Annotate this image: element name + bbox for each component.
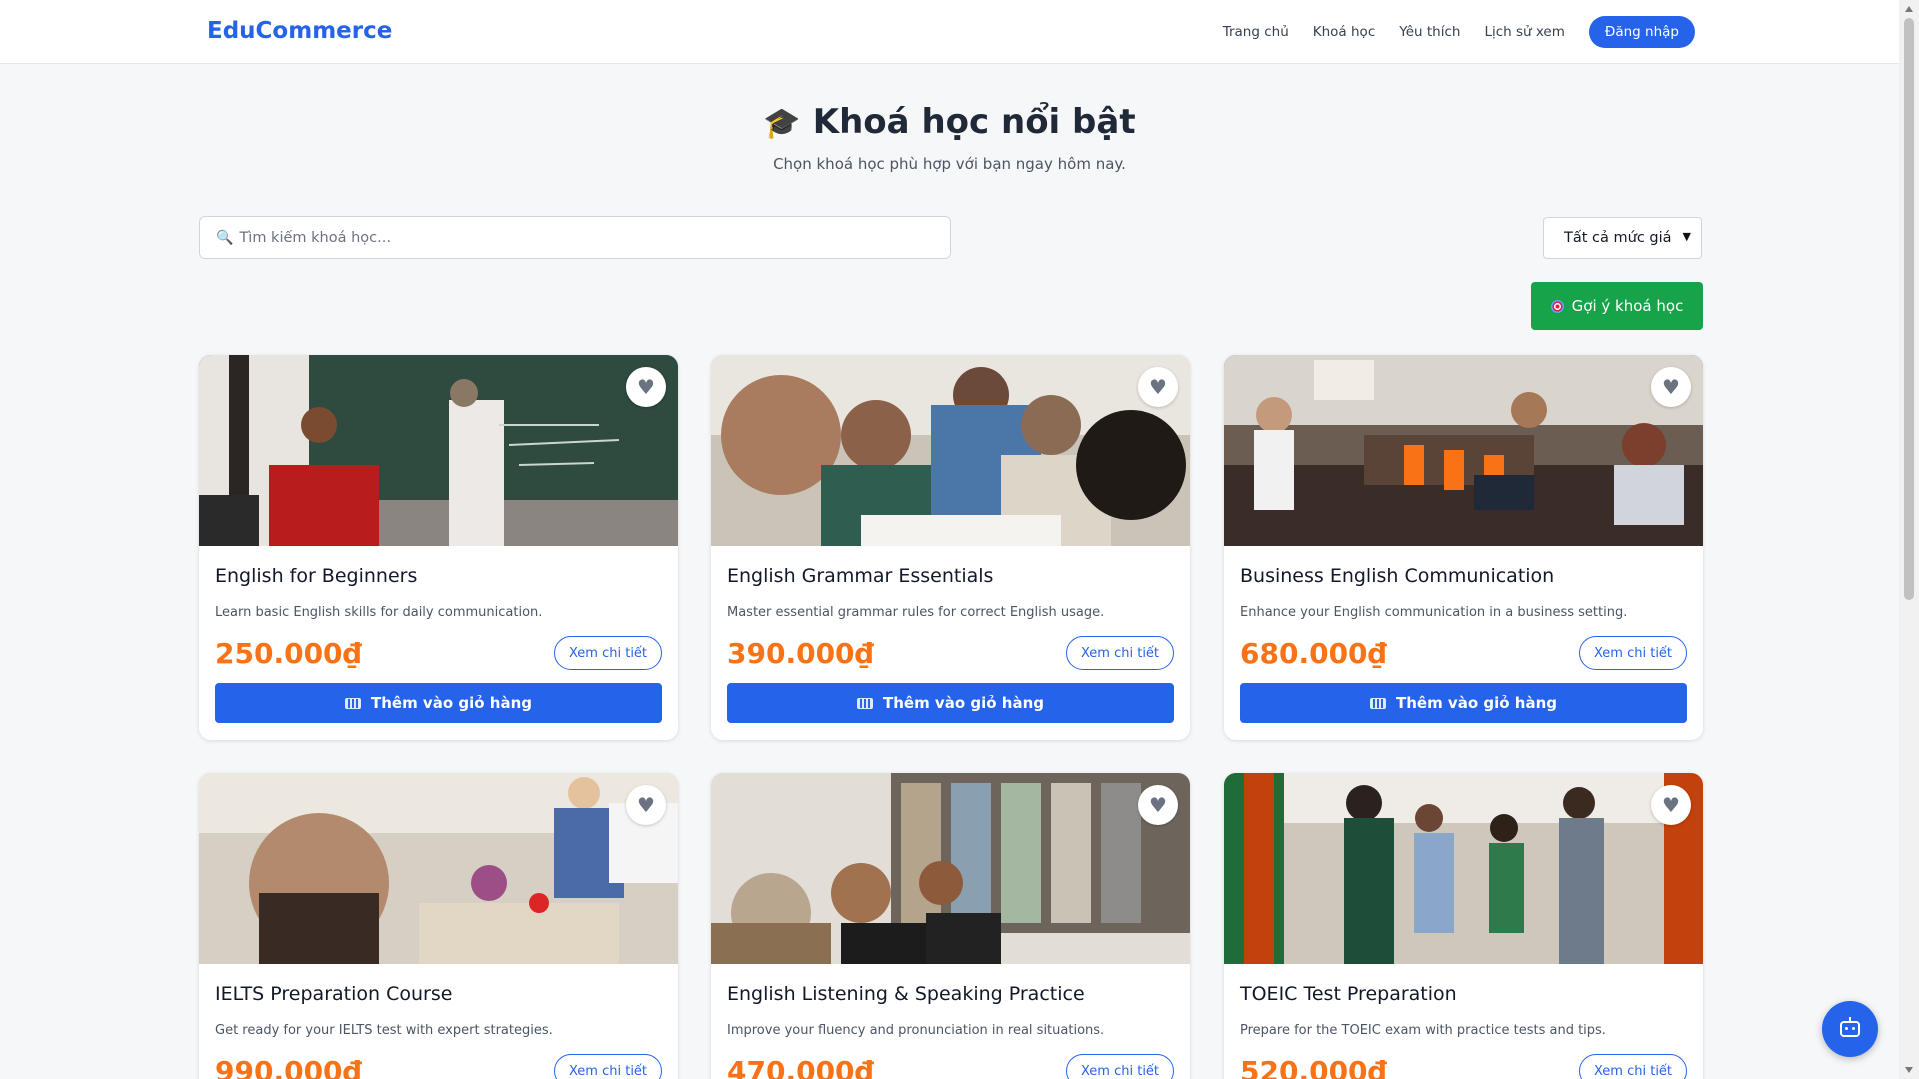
add-to-cart-button[interactable]: Thêm vào giỏ hàng (215, 683, 662, 723)
course-card: ♥ Business English Communication Enhance… (1224, 355, 1703, 740)
course-price: 470.000₫ (727, 1055, 875, 1079)
view-details-button[interactable]: Xem chi tiết (1579, 636, 1687, 670)
course-description: Prepare for the TOEIC exam with practice… (1240, 1023, 1606, 1038)
favorite-heart-button[interactable]: ♥ (1138, 785, 1178, 825)
keyboard-icon (1370, 697, 1386, 709)
course-description: Learn basic English skills for daily com… (215, 605, 543, 620)
add-to-cart-label: Thêm vào giỏ hàng (1396, 694, 1557, 712)
course-price: 520.000₫ (1240, 1055, 1388, 1079)
scroll-down-icon[interactable] (1905, 1067, 1913, 1073)
brand-logo[interactable]: EduCommerce (207, 18, 392, 44)
course-image[interactable]: ♥ (711, 773, 1190, 964)
nav-favorites[interactable]: Yêu thích (1399, 24, 1460, 40)
course-image[interactable]: ♥ (1224, 355, 1703, 546)
course-title[interactable]: English Listening & Speaking Practice (727, 983, 1085, 1005)
top-navbar: EduCommerce Trang chủ Khoá học Yêu thích… (0, 0, 1899, 64)
page-title-text: Khoá học nổi bật (812, 102, 1136, 142)
favorite-heart-button[interactable]: ♥ (1651, 785, 1691, 825)
course-image[interactable]: ♥ (711, 355, 1190, 546)
graduation-cap-icon: 🎓 (763, 106, 801, 141)
add-to-cart-button[interactable]: Thêm vào giỏ hàng (1240, 683, 1687, 723)
favorite-heart-button[interactable]: ♥ (1651, 367, 1691, 407)
price-filter-value: Tất cả mức giá (1564, 230, 1672, 246)
scrollbar-thumb[interactable] (1904, 18, 1914, 600)
course-card: ♥ English Listening & Speaking Practice … (711, 773, 1190, 1079)
page-subtitle: Chọn khoá học phù hợp với bạn ngay hôm n… (773, 155, 1126, 173)
heart-icon: ♥ (1662, 375, 1680, 399)
add-to-cart-button[interactable]: Thêm vào giỏ hàng (727, 683, 1174, 723)
view-details-button[interactable]: Xem chi tiết (554, 636, 662, 670)
course-description: Master essential grammar rules for corre… (727, 605, 1105, 620)
add-to-cart-label: Thêm vào giỏ hàng (883, 694, 1044, 712)
search-box[interactable]: 🔍 (199, 216, 951, 259)
search-icon: 🔍 (216, 229, 234, 246)
course-price: 250.000₫ (215, 637, 363, 670)
favorite-heart-button[interactable]: ♥ (626, 367, 666, 407)
keyboard-icon (345, 697, 361, 709)
chevron-down-icon: ▼ (1682, 230, 1691, 243)
nav-home[interactable]: Trang chủ (1223, 24, 1289, 40)
favorite-heart-button[interactable]: ♥ (1138, 367, 1178, 407)
page-scrollbar[interactable] (1899, 0, 1919, 1079)
course-title[interactable]: English for Beginners (215, 565, 417, 587)
heart-icon: ♥ (637, 375, 655, 399)
suggest-courses-button[interactable]: Gợi ý khoá học (1531, 282, 1703, 330)
chatbot-button[interactable] (1822, 1001, 1878, 1057)
course-description: Enhance your English communication in a … (1240, 605, 1628, 620)
view-details-button[interactable]: Xem chi tiết (554, 1054, 662, 1079)
view-details-button[interactable]: Xem chi tiết (1066, 1054, 1174, 1079)
target-icon (1550, 299, 1564, 313)
add-to-cart-label: Thêm vào giỏ hàng (371, 694, 532, 712)
course-card: ♥ English for Beginners Learn basic Engl… (199, 355, 678, 740)
scroll-up-icon[interactable] (1905, 6, 1913, 12)
heart-icon: ♥ (1149, 793, 1167, 817)
course-title[interactable]: Business English Communication (1240, 565, 1554, 587)
course-card: ♥ IELTS Preparation Course Get ready for… (199, 773, 678, 1079)
heart-icon: ♥ (637, 793, 655, 817)
course-description: Improve your fluency and pronunciation i… (727, 1023, 1105, 1038)
course-title[interactable]: TOEIC Test Preparation (1240, 983, 1457, 1005)
chatbot-icon (1840, 1017, 1860, 1037)
course-description: Get ready for your IELTS test with exper… (215, 1023, 553, 1038)
course-card: ♥ English Grammar Essentials Master esse… (711, 355, 1190, 740)
nav-courses[interactable]: Khoá học (1313, 24, 1375, 40)
main-nav: Trang chủ Khoá học Yêu thích Lịch sử xem… (1223, 0, 1899, 64)
favorite-heart-button[interactable]: ♥ (626, 785, 666, 825)
view-details-button[interactable]: Xem chi tiết (1066, 636, 1174, 670)
course-title[interactable]: English Grammar Essentials (727, 565, 993, 587)
course-image[interactable]: ♥ (199, 355, 678, 546)
course-image[interactable]: ♥ (199, 773, 678, 964)
login-button[interactable]: Đăng nhập (1588, 16, 1695, 48)
suggest-courses-label: Gợi ý khoá học (1571, 297, 1684, 315)
course-price: 390.000₫ (727, 637, 875, 670)
keyboard-icon (857, 697, 873, 709)
view-details-button[interactable]: Xem chi tiết (1579, 1054, 1687, 1079)
heart-icon: ♥ (1149, 375, 1167, 399)
course-card: ♥ TOEIC Test Preparation Prepare for the… (1224, 773, 1703, 1079)
search-input[interactable] (239, 229, 920, 246)
course-price: 990.000₫ (215, 1055, 363, 1079)
price-filter-select[interactable]: Tất cả mức giá ▼ (1543, 217, 1702, 259)
course-price: 680.000₫ (1240, 637, 1388, 670)
nav-history[interactable]: Lịch sử xem (1484, 24, 1564, 40)
heart-icon: ♥ (1662, 793, 1680, 817)
page-title: 🎓 Khoá học nổi bật (0, 102, 1899, 142)
course-image[interactable]: ♥ (1224, 773, 1703, 964)
course-title[interactable]: IELTS Preparation Course (215, 983, 452, 1005)
